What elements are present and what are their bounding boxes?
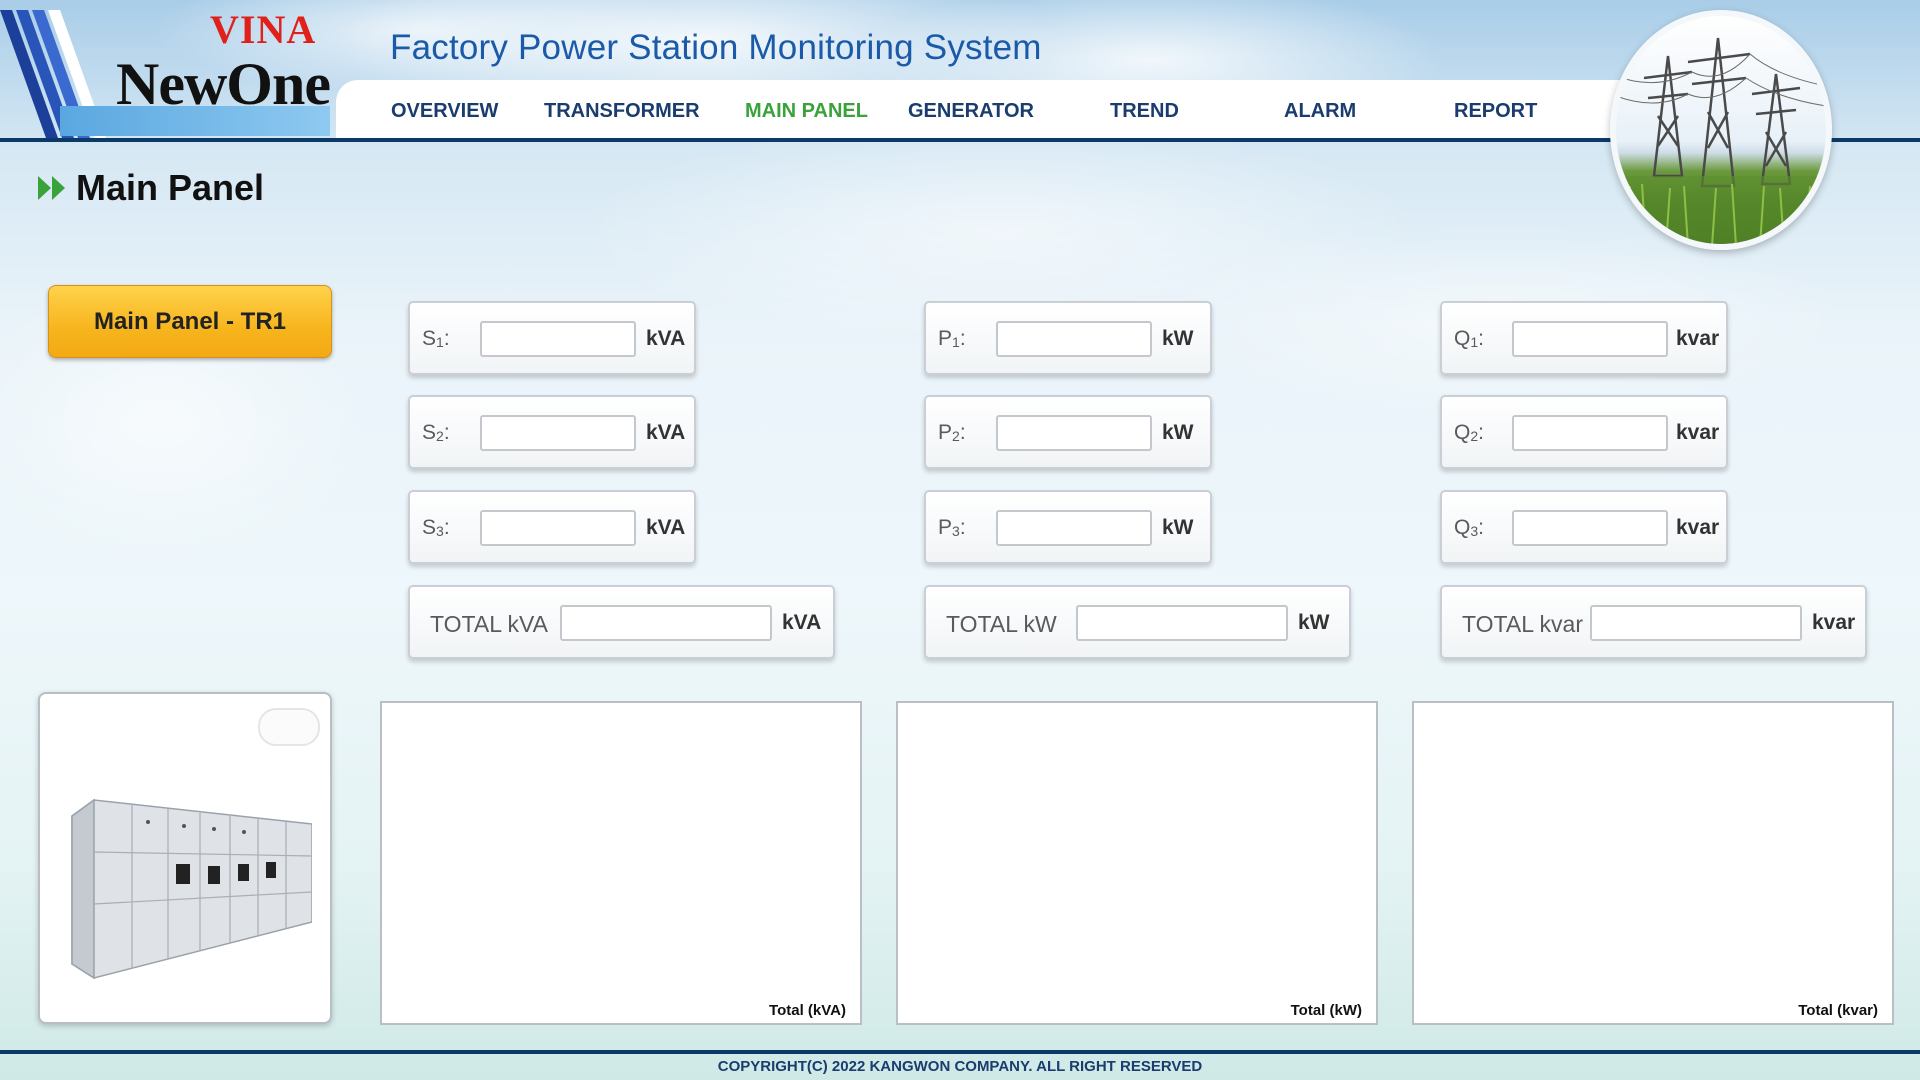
app-title: Factory Power Station Monitoring System: [390, 28, 1042, 67]
total-kvar-label: TOTAL kvar: [1462, 611, 1583, 637]
chart-total-kvar: Total (kvar): [1412, 701, 1894, 1025]
metric-q2-label: Q2:: [1454, 421, 1484, 444]
metric-q1-unit: kvar: [1676, 327, 1720, 350]
nav-alarm[interactable]: ALARM: [1284, 100, 1356, 123]
nav-transformer[interactable]: TRANSFORMER: [544, 100, 700, 123]
metric-s2-unit: kVA: [646, 421, 686, 444]
metric-p3: P3: kW: [924, 490, 1212, 564]
nav-overview[interactable]: OVERVIEW: [391, 100, 498, 123]
switchgear-cabinet-icon: [71, 798, 312, 980]
metric-q3-unit: kvar: [1676, 516, 1720, 539]
page-title: Main Panel: [76, 167, 265, 208]
logo-brand-top: VINA: [210, 7, 317, 52]
nav-main-panel[interactable]: MAIN PANEL: [745, 100, 868, 123]
metric-p2-unit: kW: [1162, 421, 1194, 444]
main-panel-tr1-button[interactable]: Main Panel - TR1: [48, 285, 332, 358]
metric-q3-label: Q3:: [1454, 516, 1484, 539]
total-kvar-input[interactable]: [1590, 605, 1802, 641]
power-tower-icon: [1610, 10, 1832, 250]
metric-s3-unit: kVA: [646, 516, 686, 539]
metric-p2-label: P2:: [938, 421, 966, 444]
page-heading: Main Panel: [36, 166, 264, 210]
s1-input[interactable]: [480, 321, 636, 357]
nav-generator[interactable]: GENERATOR: [908, 100, 1034, 123]
metric-p3-unit: kW: [1162, 516, 1194, 539]
q3-input[interactable]: [1512, 510, 1668, 546]
metric-total-kw: TOTAL kW kW: [924, 585, 1351, 659]
metric-p1-unit: kW: [1162, 327, 1194, 350]
image-toggle[interactable]: [258, 708, 320, 746]
total-kva-unit: kVA: [782, 611, 822, 634]
chart-kw-label: Total (kW): [1290, 1002, 1362, 1019]
p1-input[interactable]: [996, 321, 1152, 357]
nav-report[interactable]: REPORT: [1454, 100, 1537, 123]
metric-s3: S3: kVA: [408, 490, 696, 564]
p3-input[interactable]: [996, 510, 1152, 546]
q1-input[interactable]: [1512, 321, 1668, 357]
s3-input[interactable]: [480, 510, 636, 546]
metric-q1: Q1: kvar: [1440, 301, 1728, 375]
panel-image-card: [38, 692, 332, 1024]
nav-trend[interactable]: TREND: [1110, 100, 1179, 123]
metric-total-kva: TOTAL kVA kVA: [408, 585, 835, 659]
total-kvar-unit: kvar: [1812, 611, 1856, 634]
metric-s2-label: S2:: [422, 421, 450, 444]
metric-s2: S2: kVA: [408, 395, 696, 469]
metric-p1: P1: kW: [924, 301, 1212, 375]
total-kw-input[interactable]: [1076, 605, 1288, 641]
metric-s1-unit: kVA: [646, 327, 686, 350]
copyright-footer: COPYRIGHT(C) 2022 KANGWON COMPANY. ALL R…: [717, 1058, 1203, 1075]
chart-kva-label: Total (kVA): [769, 1002, 846, 1019]
logo-brand-main: NewOne: [116, 51, 331, 117]
metric-p3-label: P3:: [938, 516, 966, 539]
metric-s3-label: S3:: [422, 516, 450, 539]
metric-q1-label: Q1:: [1454, 327, 1484, 350]
chart-total-kw: Total (kW): [896, 701, 1378, 1025]
metric-total-kvar: TOTAL kvar kvar: [1440, 585, 1867, 659]
chart-total-kva: Total (kVA): [380, 701, 862, 1025]
double-arrow-icon: [38, 176, 65, 200]
metric-p1-label: P1:: [938, 327, 966, 350]
metric-q2-unit: kvar: [1676, 421, 1720, 444]
s2-input[interactable]: [480, 415, 636, 451]
q2-input[interactable]: [1512, 415, 1668, 451]
company-logo: VINA NewOne: [0, 0, 331, 138]
total-kw-unit: kW: [1298, 611, 1330, 634]
chart-kvar-label: Total (kvar): [1798, 1002, 1878, 1019]
metric-s1: S1: kVA: [408, 301, 696, 375]
metric-p2: P2: kW: [924, 395, 1212, 469]
total-kva-input[interactable]: [560, 605, 772, 641]
metric-q3: Q3: kvar: [1440, 490, 1728, 564]
p2-input[interactable]: [996, 415, 1152, 451]
total-kva-label: TOTAL kVA: [430, 611, 549, 637]
metric-s1-label: S1:: [422, 327, 450, 350]
total-kw-label: TOTAL kW: [946, 611, 1057, 637]
metric-q2: Q2: kvar: [1440, 395, 1728, 469]
